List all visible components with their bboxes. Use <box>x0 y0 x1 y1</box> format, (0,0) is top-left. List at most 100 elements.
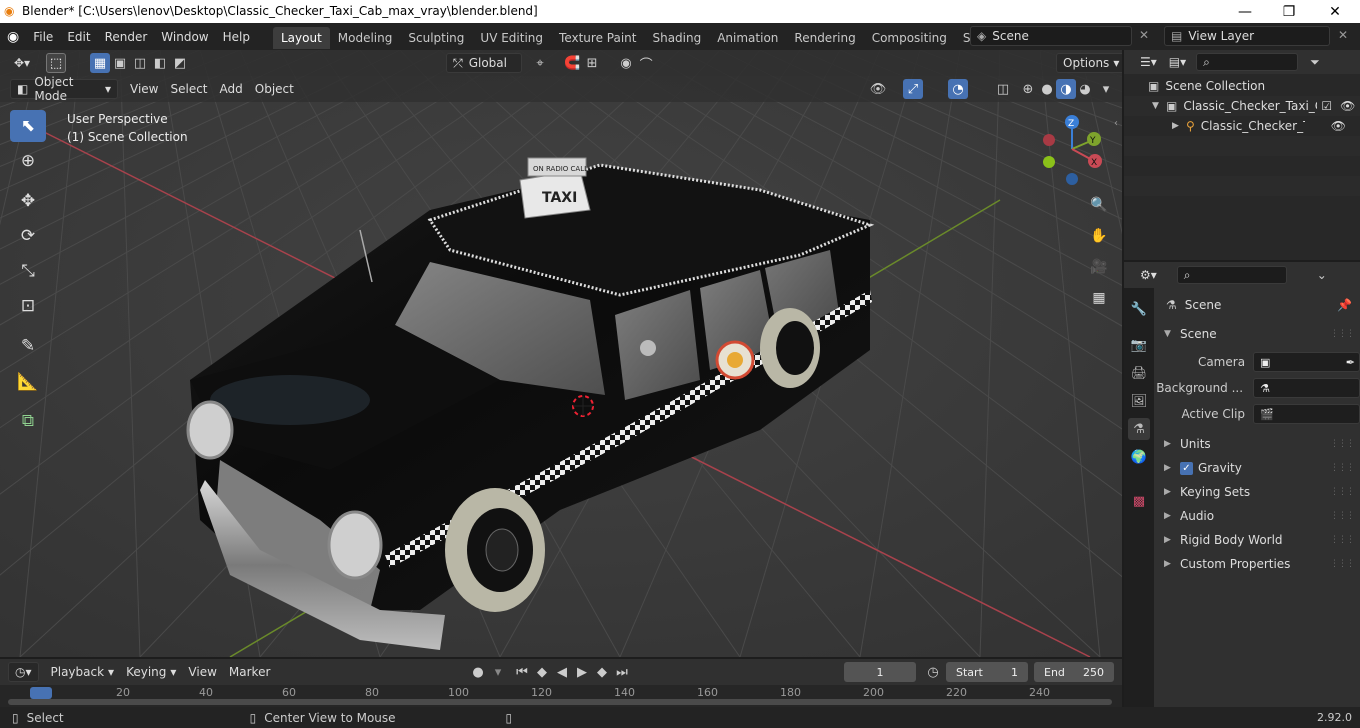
close-button[interactable]: ✕ <box>1312 0 1358 23</box>
menu-help[interactable]: Help <box>216 23 257 50</box>
snap-target-icon[interactable]: ⊞ <box>582 53 602 73</box>
remove-view-layer-icon[interactable]: ✕ <box>1338 28 1348 42</box>
panel-rigid-body-world-header[interactable]: ▶ Rigid Body World ⋮⋮⋮ <box>1156 528 1360 552</box>
play-icon[interactable]: ▶ <box>572 662 592 682</box>
drag-grip-icon[interactable]: ⋮⋮⋮ <box>1330 559 1355 569</box>
sidebar-toggle-icon[interactable]: ‹ <box>1114 118 1118 129</box>
viewport-menu-select[interactable]: Select <box>164 79 213 99</box>
filter-icon[interactable]: ⏷ <box>1310 55 1320 70</box>
pin-icon[interactable]: 📌 <box>1337 298 1352 312</box>
expand-down-icon[interactable]: ▼ <box>1152 101 1166 111</box>
timeline-editor-icon[interactable]: ◷▾ <box>8 662 39 682</box>
proportional-edit-icon[interactable]: ◉ <box>616 53 636 73</box>
falloff-icon[interactable]: ⌒ <box>636 53 656 73</box>
move-tool-button[interactable]: ✥ <box>10 185 46 217</box>
viewport-menu-object[interactable]: Object <box>249 79 300 99</box>
3d-viewport[interactable]: ON RADIO CALL TAXI Z Y X ✥▾ ⬚ ▦ ▣ ◫ ◧ ◩ … <box>0 50 1122 657</box>
active-clip-field[interactable]: 🎬 <box>1253 404 1360 424</box>
background-scene-field[interactable]: ⚗ <box>1253 378 1360 398</box>
menu-edit[interactable]: Edit <box>60 23 97 50</box>
solid-shading-icon[interactable]: ● <box>1037 79 1057 99</box>
overlay-toggle-icon[interactable]: ◔ <box>948 79 968 99</box>
viewport-menu-view[interactable]: View <box>124 79 164 99</box>
panel-gravity-header[interactable]: ▶ ✓ Gravity ⋮⋮⋮ <box>1156 456 1360 480</box>
rendered-shading-icon[interactable]: ◕ <box>1075 79 1095 99</box>
material-shading-icon[interactable]: ◑ <box>1056 79 1076 99</box>
drag-grip-icon[interactable]: ⋮⋮⋮ <box>1330 511 1355 521</box>
drag-grip-icon[interactable]: ⋮⋮⋮ <box>1330 463 1355 473</box>
properties-editor-icon[interactable]: ⚙▾ <box>1134 265 1163 285</box>
transform-tool-button[interactable]: ⊡ <box>10 290 46 322</box>
pivot-point-icon[interactable]: ⌖ <box>530 53 550 73</box>
playhead[interactable] <box>30 687 52 699</box>
start-frame-field[interactable]: Start 1 <box>946 662 1028 682</box>
mode-extend-icon[interactable]: ▣ <box>110 53 130 73</box>
annotate-tool-button[interactable]: ✎ <box>10 330 46 362</box>
gravity-checkbox[interactable]: ✓ <box>1180 461 1193 475</box>
outliner-row-scene-collection[interactable]: ▣ Scene Collection <box>1124 76 1360 96</box>
gizmo-toggle-icon[interactable]: ⤢ <box>903 79 923 99</box>
current-frame-field[interactable]: 1 <box>844 662 916 682</box>
menu-file[interactable]: File <box>26 23 60 50</box>
mode-difference-icon[interactable]: ◧ <box>150 53 170 73</box>
tab-sculpting[interactable]: Sculpting <box>400 27 472 49</box>
panel-scene-header[interactable]: ▼ Scene ⋮⋮⋮ <box>1156 322 1360 346</box>
ortho-grid-icon[interactable]: ▦ <box>1086 285 1112 311</box>
menu-render[interactable]: Render <box>98 23 155 50</box>
eye-icon[interactable]: 👁 <box>1331 119 1346 133</box>
drag-grip-icon[interactable]: ⋮⋮⋮ <box>1330 329 1355 339</box>
blender-menu-icon[interactable]: ◉ <box>0 23 26 50</box>
panel-audio-header[interactable]: ▶ Audio ⋮⋮⋮ <box>1156 504 1360 528</box>
outliner-row-collection[interactable]: ▼ ▣ Classic_Checker_Taxi_Ca ☑ 👁 <box>1124 96 1360 116</box>
eye-icon[interactable]: 👁 <box>1340 99 1355 113</box>
drag-grip-icon[interactable]: ⋮⋮⋮ <box>1330 535 1355 545</box>
properties-search-input[interactable]: ⌕ <box>1176 266 1287 284</box>
texture-tab-icon[interactable]: ▩ <box>1128 490 1150 512</box>
mode-intersect-icon[interactable]: ◩ <box>170 53 190 73</box>
cursor-tool-button[interactable]: ⊕ <box>10 145 46 177</box>
chevron-down-icon[interactable]: ⌄ <box>1317 268 1327 282</box>
prev-keyframe-icon[interactable]: ◆ <box>532 662 552 682</box>
object-mode-select[interactable]: ◧ Object Mode ▾ <box>10 75 118 103</box>
tab-modeling[interactable]: Modeling <box>330 27 401 49</box>
transform-orientation-select[interactable]: ⤱ Global <box>446 53 523 73</box>
outliner-row-object[interactable]: ▶ ⚲ Classic_Checker_Tax 👁 <box>1124 116 1360 136</box>
panel-custom-properties-header[interactable]: ▶ Custom Properties ⋮⋮⋮ <box>1156 552 1360 576</box>
minimize-button[interactable]: — <box>1222 0 1268 23</box>
add-cube-tool-button[interactable]: ⧉ <box>10 405 46 437</box>
exclude-checkbox-icon[interactable]: ☑ <box>1321 99 1332 113</box>
play-reverse-icon[interactable]: ◀ <box>552 662 572 682</box>
preview-range-clock-icon[interactable]: ◷ <box>923 662 943 682</box>
editor-type-icon[interactable]: ✥▾ <box>8 53 36 73</box>
world-tab-icon[interactable]: 🌍 <box>1128 446 1150 468</box>
display-mode-icon[interactable]: ▤▾ <box>1163 52 1192 72</box>
viewport-menu-add[interactable]: Add <box>214 79 249 99</box>
drag-grip-icon[interactable]: ⋮⋮⋮ <box>1330 487 1355 497</box>
remove-scene-icon[interactable]: ✕ <box>1139 28 1149 42</box>
render-tab-icon[interactable]: 📷 <box>1128 334 1150 356</box>
shading-options-icon[interactable]: ▾ <box>1096 79 1116 99</box>
camera-view-icon[interactable]: 🎥 <box>1086 254 1112 280</box>
end-frame-field[interactable]: End 250 <box>1034 662 1114 682</box>
timeline-menu-keying[interactable]: Keying ▾ <box>120 662 182 682</box>
view-layer-selector[interactable]: ▤ View Layer <box>1164 26 1330 46</box>
wireframe-shading-icon[interactable]: ⊕ <box>1018 79 1038 99</box>
mode-set-icon[interactable]: ▦ <box>90 53 111 73</box>
tool-tab-icon[interactable]: 🔧 <box>1128 298 1150 320</box>
outliner-editor-icon[interactable]: ☰▾ <box>1134 52 1163 72</box>
timeline-menu-playback[interactable]: Playback ▾ <box>45 662 121 682</box>
scale-tool-button[interactable]: ⤡ <box>10 255 46 287</box>
outliner-search-input[interactable]: ⌕ <box>1196 53 1299 71</box>
visibility-icon[interactable]: 👁 <box>868 79 888 99</box>
timeline-ruler[interactable]: 120406080100120140160180200220240 <box>0 685 1122 707</box>
timeline-scrollbar[interactable] <box>8 699 1112 705</box>
zoom-icon[interactable]: 🔍 <box>1086 192 1112 218</box>
tab-layout[interactable]: Layout <box>272 27 330 49</box>
expand-right-icon[interactable]: ▶ <box>1172 121 1186 131</box>
panel-units-header[interactable]: ▶ Units ⋮⋮⋮ <box>1156 432 1360 456</box>
pan-hand-icon[interactable]: ✋ <box>1086 223 1112 249</box>
maximize-button[interactable]: ❐ <box>1266 0 1312 23</box>
mode-subtract-icon[interactable]: ◫ <box>130 53 150 73</box>
next-keyframe-icon[interactable]: ◆ <box>592 662 612 682</box>
output-tab-icon[interactable]: 🖨 <box>1128 362 1150 384</box>
